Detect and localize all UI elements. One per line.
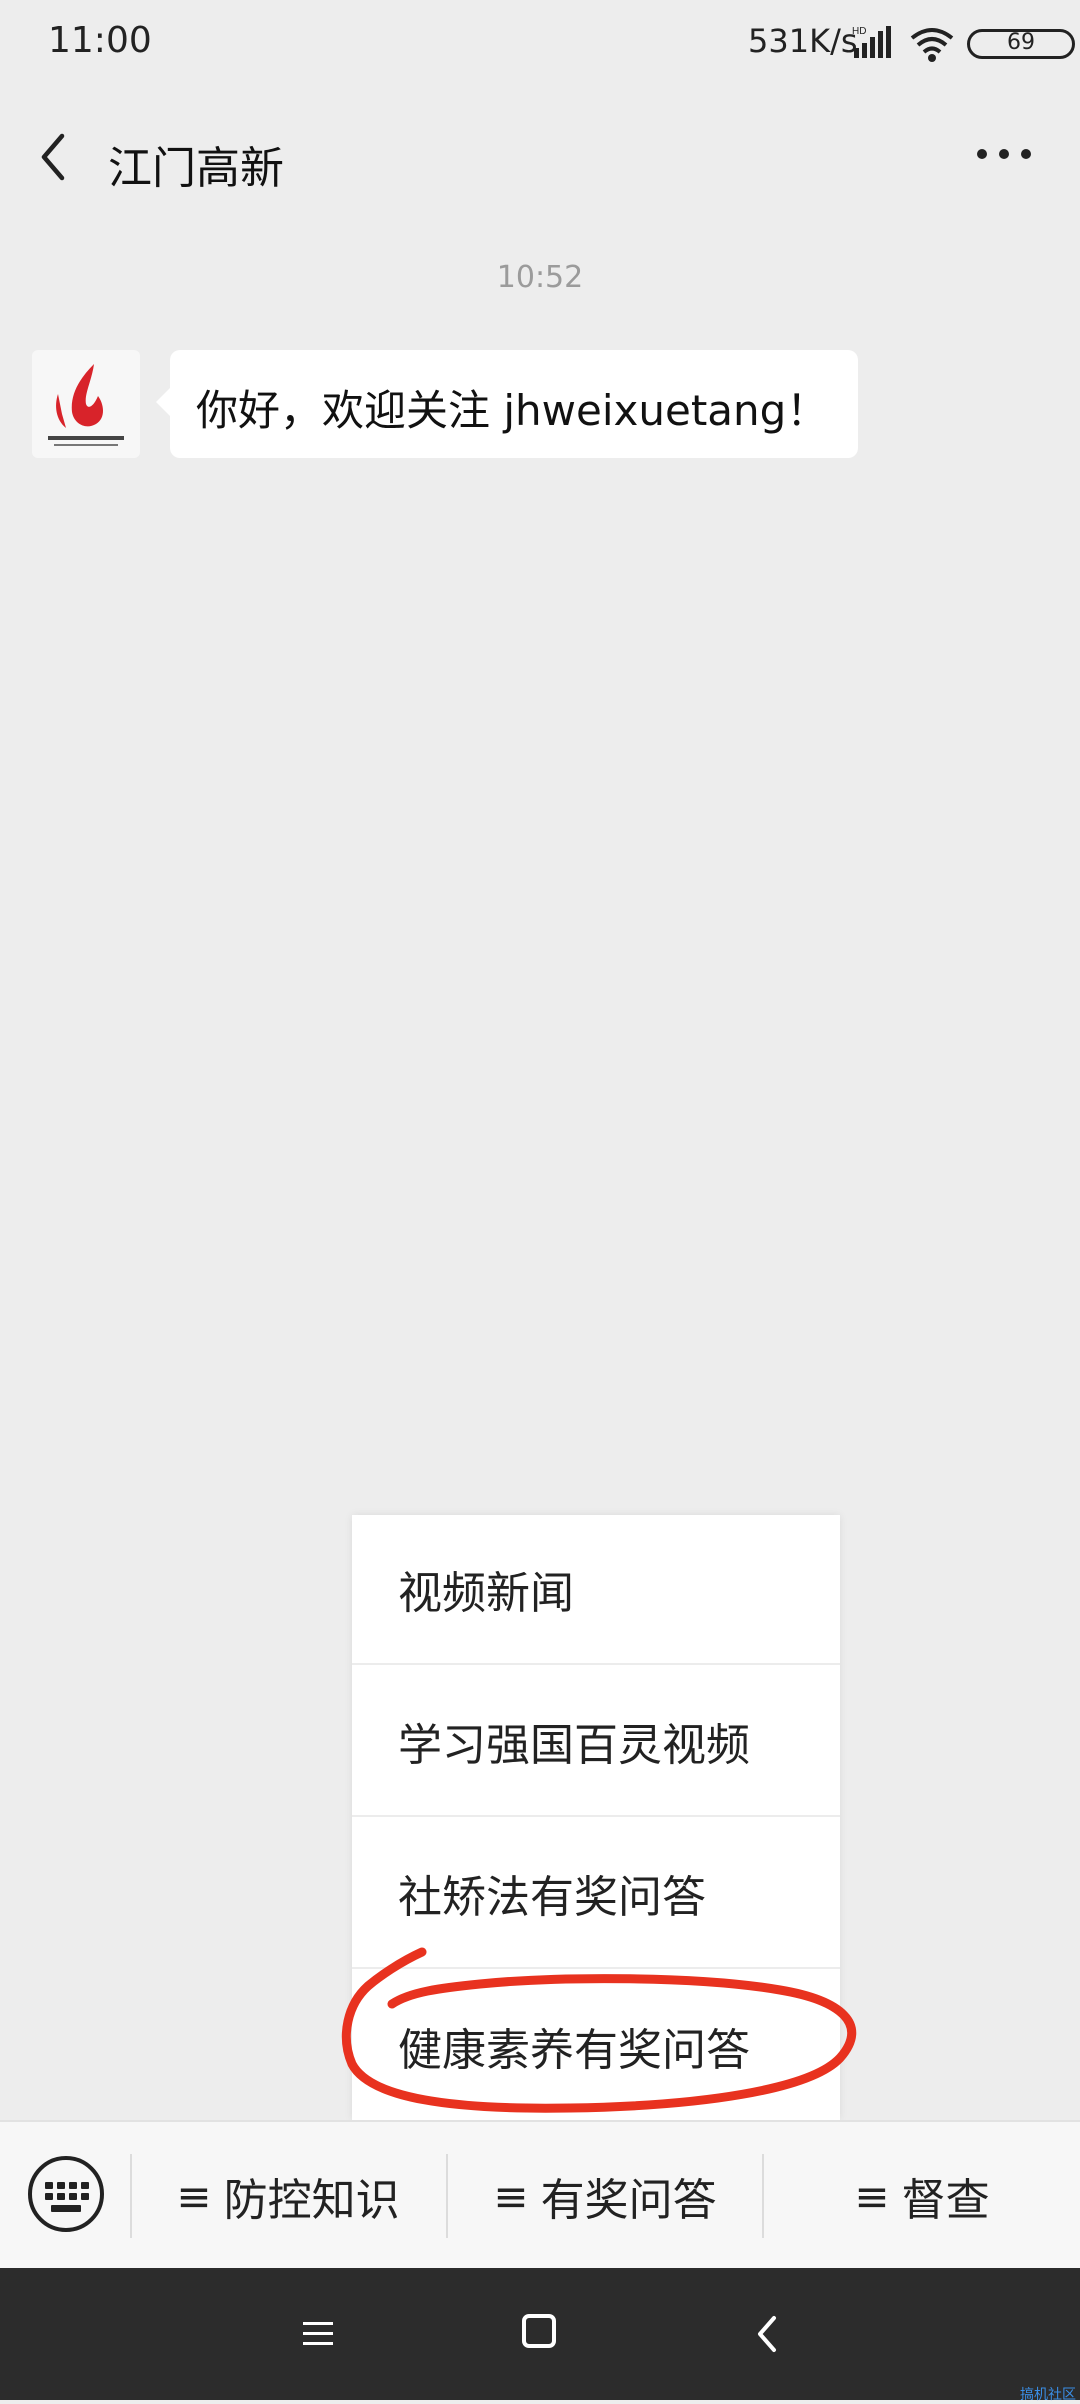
message-bubble[interactable]: 你好，欢迎关注 jhweixuetang！ <box>156 350 858 458</box>
menu-tab-quiz[interactable]: ≡ 有奖问答 <box>448 2122 762 2270</box>
menu-tab-prevention[interactable]: ≡ 防控知识 <box>132 2122 444 2270</box>
wifi-icon <box>910 28 954 62</box>
menu-item-label: 社矫法有奖问答 <box>398 1872 706 1923</box>
status-bar: 11:00 531K/s HD 69 <box>0 0 1080 92</box>
menu-item-health-quiz[interactable]: 健康素养有奖问答 <box>352 1971 840 2120</box>
back-arrow-icon[interactable] <box>28 122 80 192</box>
popup-menu: 视频新闻 学习强国百灵视频 社矫法有奖问答 健康素养有奖问答 <box>352 1515 840 2120</box>
menu-tab-label: 督查 <box>901 2175 990 2226</box>
system-nav-bar: 搞机社区 <box>0 2268 1080 2403</box>
menu-item-video-news[interactable]: 视频新闻 <box>352 1515 840 1665</box>
keyboard-toggle-button[interactable] <box>28 2156 104 2232</box>
back-icon[interactable] <box>752 2312 782 2356</box>
bottom-menu-bar: ≡ 防控知识 ≡ 有奖问答 ≡ 督查 <box>0 2120 1080 2268</box>
logo-icon <box>48 364 124 446</box>
menu-tab-inspection[interactable]: ≡ 督查 <box>764 2122 1080 2270</box>
home-icon[interactable] <box>522 2314 556 2348</box>
menu-tab-label: 有奖问答 <box>540 2175 717 2226</box>
status-time: 11:00 <box>48 20 152 61</box>
battery-level: 69 <box>1007 30 1035 55</box>
watermark-text: 搞机社区 <box>1020 2387 1076 2403</box>
chat-title: 江门高新 <box>108 143 284 194</box>
account-avatar[interactable] <box>32 350 140 458</box>
menu-item-label: 健康素养有奖问答 <box>398 2024 750 2076</box>
more-options-icon[interactable] <box>974 142 1034 166</box>
network-speed: 531K/s <box>748 22 858 60</box>
menu-item-label: 视频新闻 <box>398 1568 574 1619</box>
message-timestamp: 10:52 <box>496 260 584 295</box>
menu-item-law-quiz[interactable]: 社矫法有奖问答 <box>352 1819 840 1969</box>
signal-icon: HD <box>852 26 891 58</box>
menu-item-xuexi-video[interactable]: 学习强国百灵视频 <box>352 1667 840 1817</box>
menu-lines-icon: ≡ <box>493 2171 529 2221</box>
menu-lines-icon: ≡ <box>854 2171 890 2221</box>
hd-label: HD <box>852 26 866 37</box>
message-text: 你好，欢迎关注 jhweixuetang！ <box>196 386 829 435</box>
menu-item-label: 学习强国百灵视频 <box>398 1720 750 1771</box>
title-bar: 江门高新 <box>0 92 1080 228</box>
menu-lines-icon: ≡ <box>176 2171 212 2221</box>
battery-indicator: 69 <box>967 29 1075 59</box>
menu-tab-label: 防控知识 <box>223 2175 400 2226</box>
recent-apps-icon[interactable] <box>300 2316 336 2352</box>
